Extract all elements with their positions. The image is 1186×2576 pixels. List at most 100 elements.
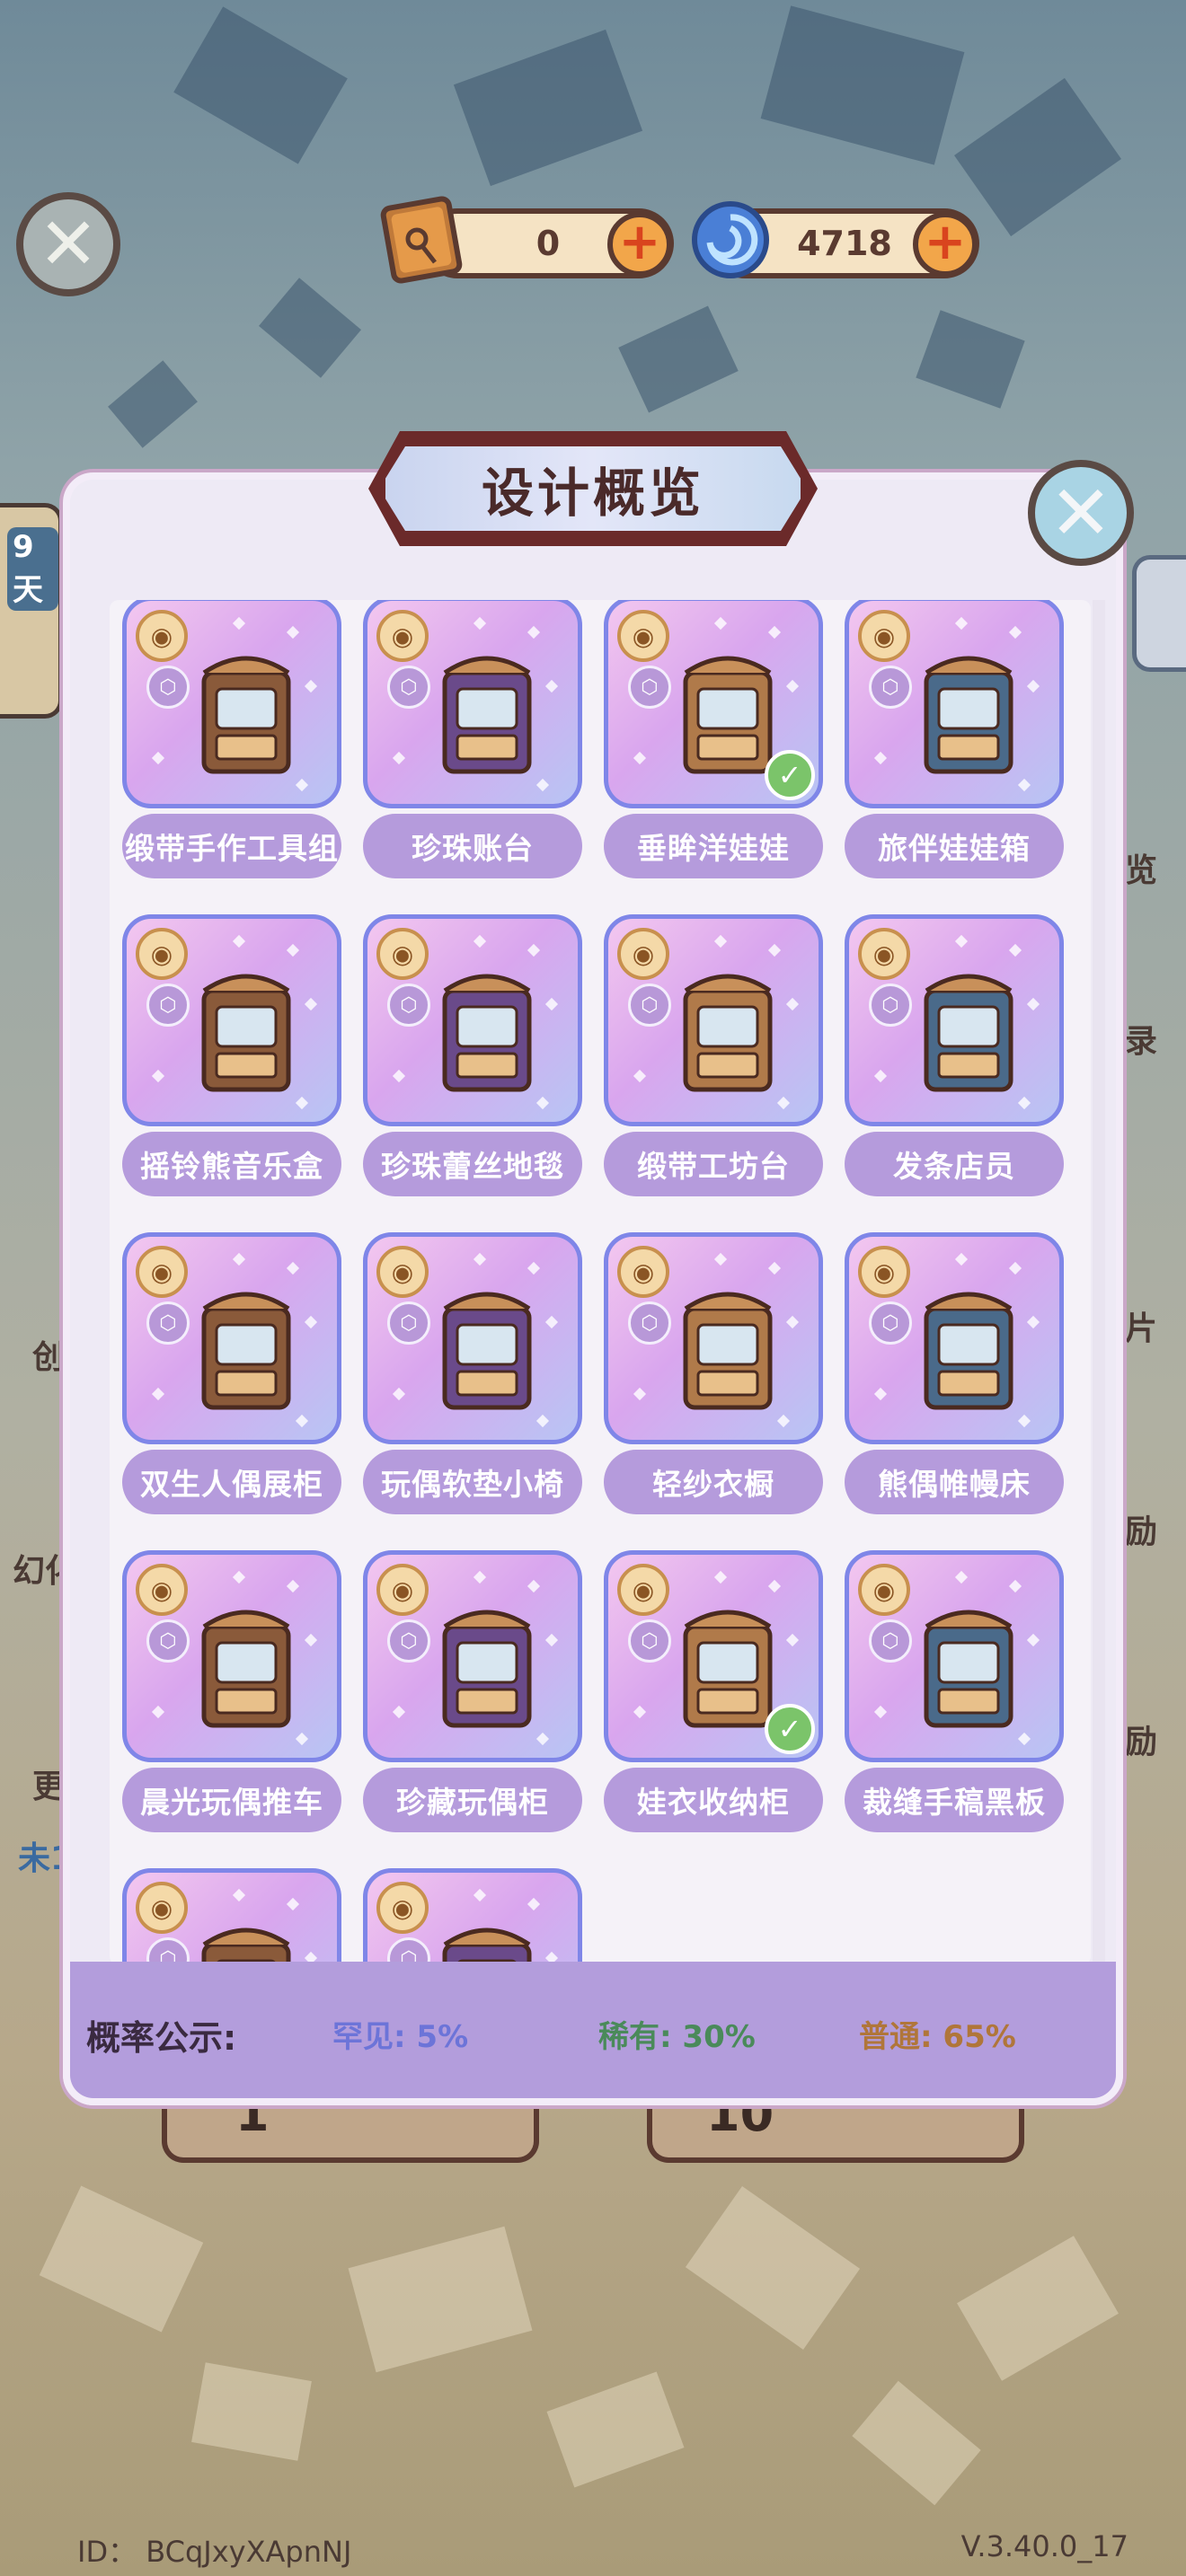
eye-icon[interactable]: ◉ bbox=[376, 928, 429, 980]
sparkle bbox=[633, 1387, 647, 1401]
item-card[interactable]: ◉ ⬡ 珍珠账台 bbox=[363, 600, 586, 878]
sparkle bbox=[713, 934, 728, 948]
eye-icon[interactable]: ◉ bbox=[617, 1246, 669, 1298]
uncommon-probability: 稀有: 30% bbox=[598, 2019, 756, 2055]
item-card[interactable]: ◉ ⬡ 摇铃熊音乐盒 bbox=[122, 914, 345, 1196]
item-card[interactable]: ◉ ⬡ 珍藏玩偶柜 bbox=[363, 1550, 586, 1832]
close-button[interactable]: ✕ bbox=[16, 192, 120, 296]
cube-icon: ⬡ bbox=[146, 1301, 190, 1345]
cube-icon: ⬡ bbox=[869, 1301, 912, 1345]
scroll-key-icon bbox=[380, 196, 463, 284]
sparkle bbox=[473, 1570, 487, 1584]
eye-icon[interactable]: ◉ bbox=[376, 610, 429, 662]
close-modal-button[interactable]: ✕ bbox=[1028, 460, 1134, 566]
eye-icon[interactable]: ◉ bbox=[136, 610, 188, 662]
item-label: 珍珠蕾丝地毯 bbox=[363, 1132, 582, 1196]
item-card[interactable]: ◉ ⬡ 缎带工坊台 bbox=[604, 914, 827, 1196]
eye-icon[interactable]: ◉ bbox=[136, 1564, 188, 1616]
sparkle bbox=[873, 751, 888, 765]
item-card[interactable]: ◉ ⬡ bbox=[122, 1868, 345, 1965]
doll-cabinet-icon bbox=[442, 1610, 532, 1728]
item-label: 缎带工坊台 bbox=[604, 1132, 823, 1196]
item-label: 玩偶软垫小椅 bbox=[363, 1450, 582, 1514]
sparkle bbox=[473, 1252, 487, 1266]
sparkle bbox=[633, 1705, 647, 1719]
peek-label: 励 bbox=[1125, 1513, 1158, 1550]
item-label: 晨光玩偶推车 bbox=[122, 1768, 341, 1832]
eye-icon[interactable]: ◉ bbox=[376, 1246, 429, 1298]
eye-icon[interactable]: ◉ bbox=[376, 1882, 429, 1934]
item-label: 熊偶帷幔床 bbox=[845, 1450, 1064, 1514]
peek-label: 更 bbox=[32, 1769, 66, 1805]
item-image: ◉ ⬡ bbox=[604, 1232, 823, 1444]
modal-title: 设计概览 bbox=[379, 440, 807, 537]
eye-icon[interactable]: ◉ bbox=[858, 1564, 910, 1616]
item-card[interactable]: ◉ ⬡ 玩偶软垫小椅 bbox=[363, 1232, 586, 1514]
item-card[interactable]: ◉ ⬡ 发条店员 bbox=[845, 914, 1067, 1196]
cube-icon: ⬡ bbox=[628, 984, 671, 1027]
curtain-stage-icon bbox=[442, 1928, 532, 1965]
chair-icon bbox=[442, 1292, 532, 1410]
sparkle bbox=[713, 616, 728, 631]
eye-icon[interactable]: ◉ bbox=[858, 928, 910, 980]
eye-icon[interactable]: ◉ bbox=[136, 928, 188, 980]
eye-icon[interactable]: ◉ bbox=[617, 610, 669, 662]
sparkle bbox=[232, 934, 246, 948]
item-card[interactable]: ◉ ⬡ 裁缝手稿黑板 bbox=[845, 1550, 1067, 1832]
eye-icon[interactable]: ◉ bbox=[617, 928, 669, 980]
eye-icon[interactable]: ◉ bbox=[858, 610, 910, 662]
sparkle bbox=[633, 1069, 647, 1083]
wardrobe-icon bbox=[683, 1292, 773, 1410]
item-image: ◉ ⬡ bbox=[845, 600, 1064, 808]
scrollbar[interactable] bbox=[1093, 600, 1105, 1965]
item-image: ◉ ⬡ bbox=[845, 1550, 1064, 1762]
eye-icon[interactable]: ◉ bbox=[136, 1246, 188, 1298]
item-label: 娃衣收纳柜 bbox=[604, 1768, 823, 1832]
cube-icon: ⬡ bbox=[387, 984, 430, 1027]
stroller-icon bbox=[201, 1610, 291, 1728]
sparkle bbox=[873, 1705, 888, 1719]
cube-icon: ⬡ bbox=[869, 666, 912, 709]
item-card[interactable]: ◉ ⬡ 双生人偶展柜 bbox=[122, 1232, 345, 1514]
item-card[interactable]: ◉ ⬡ 旅伴娃娃箱 bbox=[845, 600, 1067, 878]
sparkle bbox=[151, 1069, 165, 1083]
item-label: 裁缝手稿黑板 bbox=[845, 1768, 1064, 1832]
sparkle bbox=[232, 616, 246, 631]
item-card[interactable]: ◉ ⬡ 缎带手作工具组 bbox=[122, 600, 345, 878]
design-overview-modal: ◉ ⬡ 缎带手作工具组 ◉ ⬡ 珍珠账台 ◉ ⬡ ✓ 垂眸洋娃娃 ◉ ⬡ 旅伴娃娃箱 ◉ ⬡ 摇铃熊音乐盒 ◉ ⬡… bbox=[63, 472, 1123, 2105]
sparkle bbox=[473, 934, 487, 948]
item-card[interactable]: ◉ ⬡ ✓ 娃衣收纳柜 bbox=[604, 1550, 827, 1832]
sparkle bbox=[473, 1888, 487, 1902]
eye-icon[interactable]: ◉ bbox=[136, 1882, 188, 1934]
canopy-bed-icon bbox=[924, 1292, 1013, 1410]
item-image: ◉ ⬡ ✓ bbox=[604, 600, 823, 808]
eye-icon[interactable]: ◉ bbox=[858, 1246, 910, 1298]
blue-swirl-icon bbox=[692, 201, 769, 278]
item-image: ◉ ⬡ bbox=[122, 1550, 341, 1762]
item-grid[interactable]: ◉ ⬡ 缎带手作工具组 ◉ ⬡ 珍珠账台 ◉ ⬡ ✓ 垂眸洋娃娃 ◉ ⬡ 旅伴娃娃箱 ◉ ⬡ 摇铃熊音乐盒 ◉ ⬡… bbox=[110, 600, 1091, 1965]
sparkle bbox=[232, 1888, 246, 1902]
probability-label: 概率公示: bbox=[86, 2018, 237, 2058]
plus-icon: + bbox=[618, 213, 661, 271]
add-gems-button[interactable]: + bbox=[913, 212, 978, 277]
cube-icon: ⬡ bbox=[387, 1301, 430, 1345]
item-image: ◉ ⬡ ✓ bbox=[604, 1550, 823, 1762]
item-card[interactable]: ◉ ⬡ bbox=[363, 1868, 586, 1965]
cube-icon: ⬡ bbox=[628, 1619, 671, 1663]
item-card[interactable]: ◉ ⬡ 珍珠蕾丝地毯 bbox=[363, 914, 586, 1196]
item-card[interactable]: ◉ ⬡ 晨光玩偶推车 bbox=[122, 1550, 345, 1832]
item-label: 珍藏玩偶柜 bbox=[363, 1768, 582, 1832]
cube-icon: ⬡ bbox=[387, 666, 430, 709]
sparkle bbox=[873, 1069, 888, 1083]
add-tickets-button[interactable]: + bbox=[607, 212, 672, 277]
sparkle bbox=[954, 1570, 969, 1584]
item-card[interactable]: ◉ ⬡ 熊偶帷幔床 bbox=[845, 1232, 1067, 1514]
item-image: ◉ ⬡ bbox=[363, 600, 582, 808]
item-label: 双生人偶展柜 bbox=[122, 1450, 341, 1514]
eye-icon[interactable]: ◉ bbox=[376, 1564, 429, 1616]
item-card[interactable]: ◉ ⬡ ✓ 垂眸洋娃娃 bbox=[604, 600, 827, 878]
player-id: ID： BCqJxyXApnNJ bbox=[77, 2535, 352, 2569]
eye-icon[interactable]: ◉ bbox=[617, 1564, 669, 1616]
item-card[interactable]: ◉ ⬡ 轻纱衣橱 bbox=[604, 1232, 827, 1514]
sparkle bbox=[954, 616, 969, 631]
